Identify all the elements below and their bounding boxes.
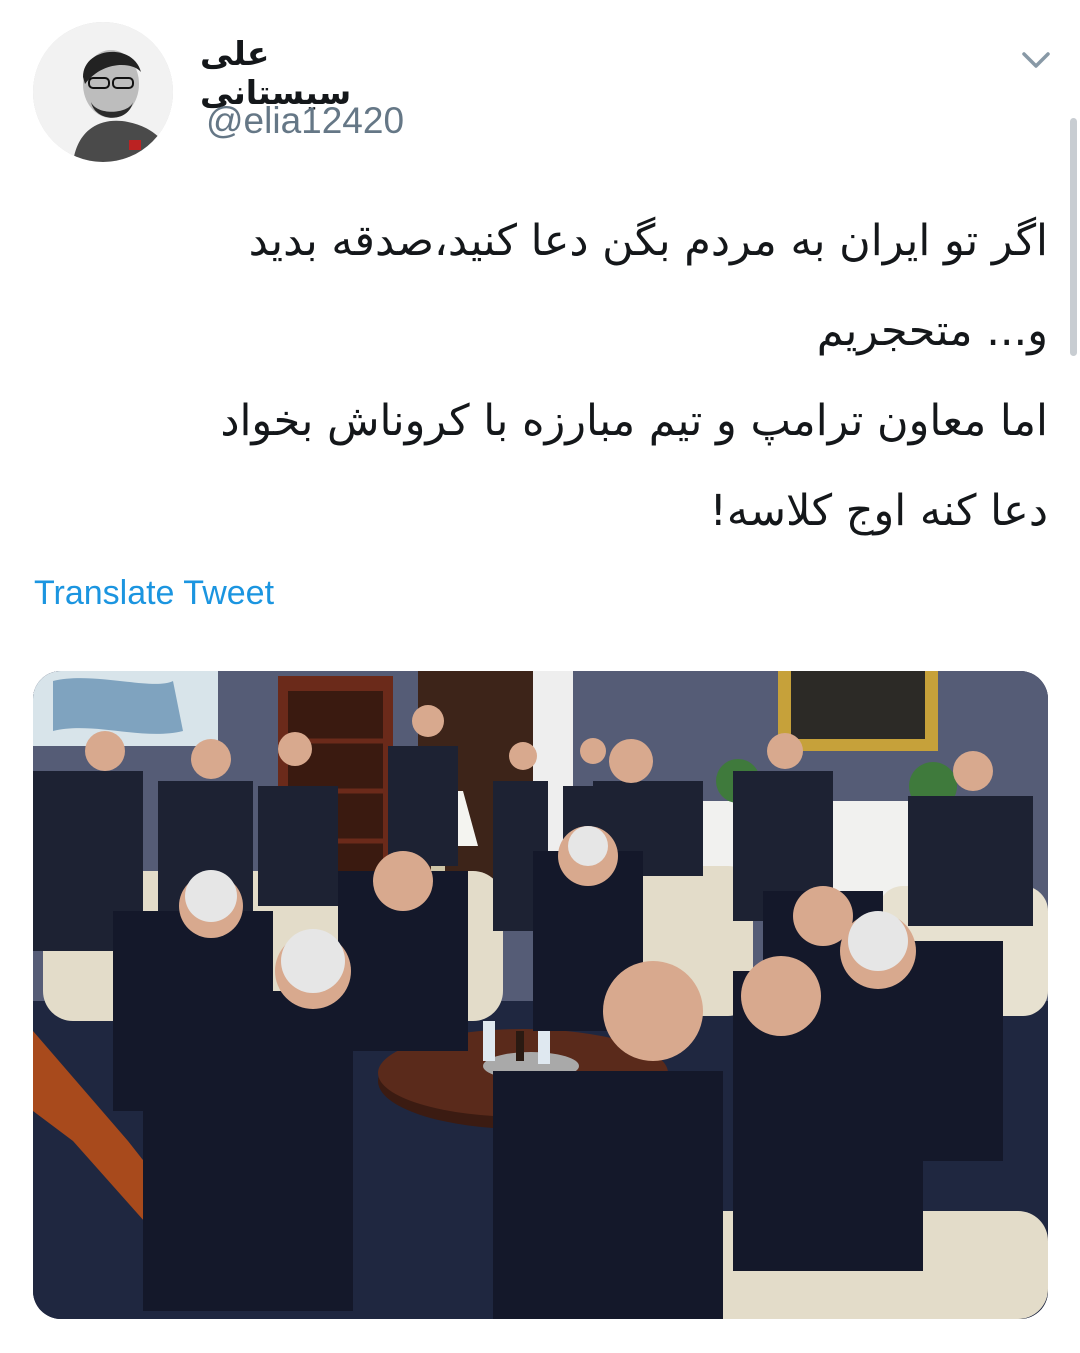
avatar[interactable] (33, 22, 173, 162)
translate-tweet-link[interactable]: Translate Tweet (34, 574, 274, 613)
tweet-text-line: اگر تو ایران به مردم بگن دعا کنید،صدقه ب… (248, 216, 1048, 266)
chevron-down-icon[interactable] (1018, 44, 1054, 74)
tweet-text-line: و... متحجریم (816, 306, 1048, 356)
scrollbar[interactable] (1070, 118, 1077, 356)
avatar-photo (33, 22, 173, 162)
tweet-photo[interactable] (33, 671, 1048, 1319)
tweet-text: اگر تو ایران به مردم بگن دعا کنید،صدقه ب… (34, 196, 1048, 556)
tweet-text-line: دعا کنه اوج کلاسه! (709, 486, 1048, 536)
tweet-text-line: اما معاون ترامپ و تیم مبارزه با کروناش ب… (220, 396, 1048, 446)
user-handle[interactable]: @elia12420 (206, 100, 404, 142)
meeting-photo (33, 671, 1048, 1319)
